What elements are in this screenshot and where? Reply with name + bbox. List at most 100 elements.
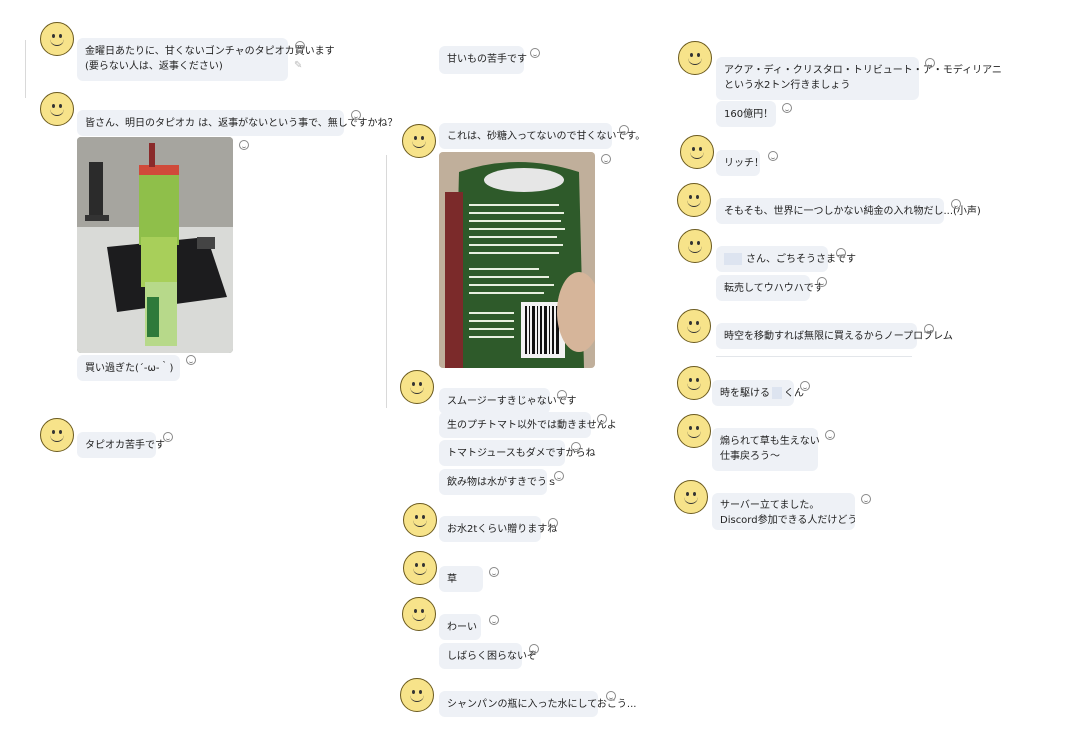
message-bubble: 時を駆ける くん <box>712 380 804 406</box>
add-reaction-icon[interactable] <box>601 154 611 164</box>
message-bubble: シャンパンの瓶に入った水にしておこう... <box>439 691 636 717</box>
message-bubble: わーい <box>439 614 481 640</box>
user-avatar[interactable] <box>40 92 74 126</box>
add-reaction-icon[interactable] <box>557 390 567 400</box>
message-bubble: 転売してウハウハです <box>716 275 824 301</box>
user-avatar[interactable] <box>403 503 437 537</box>
add-reaction-icon[interactable] <box>606 691 616 701</box>
user-avatar[interactable] <box>678 41 712 75</box>
user-avatar[interactable] <box>678 229 712 263</box>
add-reaction-icon[interactable] <box>782 103 792 113</box>
column-divider-middle <box>386 155 387 408</box>
message-text: という水2トン行きましょう <box>724 80 851 91</box>
add-reaction-icon[interactable] <box>768 151 778 161</box>
add-reaction-icon[interactable] <box>597 414 607 424</box>
user-avatar[interactable] <box>40 418 74 452</box>
add-reaction-icon[interactable] <box>295 41 305 51</box>
pencil-icon[interactable]: ✎ <box>294 60 302 71</box>
add-reaction-icon[interactable] <box>817 277 827 287</box>
user-avatar[interactable] <box>400 678 434 712</box>
message-text: 甘いもの苦手です <box>447 54 527 65</box>
message-text: シャンパンの瓶に入った水にしておこう... <box>447 699 637 710</box>
add-reaction-icon[interactable] <box>861 494 871 504</box>
add-reaction-icon[interactable] <box>529 644 539 654</box>
user-avatar[interactable] <box>674 480 708 514</box>
add-reaction-icon[interactable] <box>351 110 361 120</box>
message-text: そもそも、世界に一つしかない純金の入れ物だし...(小声) <box>724 206 981 217</box>
add-reaction-icon[interactable] <box>530 48 540 58</box>
message-text: タピオカ苦手です <box>85 440 165 451</box>
message-text: これは、砂糖入ってないので甘くないです。 <box>447 131 646 142</box>
add-reaction-icon[interactable] <box>924 324 934 334</box>
user-avatar[interactable] <box>40 22 74 56</box>
message-bubble: 飲み物は水がすきでうｓ <box>439 469 557 495</box>
message-bubble: そもそも、世界に一つしかない純金の入れ物だし...(小声) <box>716 198 981 224</box>
user-avatar[interactable] <box>677 309 711 343</box>
redacted-name <box>724 253 742 265</box>
redacted-name <box>772 387 782 399</box>
message-text: 時空を移動すれば無限に買えるからノープロブレム <box>724 331 953 342</box>
add-reaction-icon[interactable] <box>554 471 564 481</box>
message-bubble: さん、ごちそうさまです <box>716 246 856 272</box>
message-text: 生のプチトマト以外では動きませんよ <box>447 420 617 431</box>
add-reaction-icon[interactable] <box>163 432 173 442</box>
message-bubble: 煽られて草も生えない 仕事戻ろう〜 <box>712 428 820 471</box>
add-reaction-icon[interactable] <box>836 248 846 258</box>
add-reaction-icon[interactable] <box>489 615 499 625</box>
message-text: 仕事戻ろう〜 <box>720 451 780 462</box>
add-reaction-icon[interactable] <box>489 567 499 577</box>
add-reaction-icon[interactable] <box>571 442 581 452</box>
message-bubble: 買い過ぎた(´-ω-｀) <box>77 355 180 381</box>
message-bubble: 160億円！ <box>716 101 776 127</box>
message-text: 時を駆ける <box>720 388 770 399</box>
message-bubble: これは、砂糖入ってないので甘くないです。 <box>439 123 645 149</box>
message-text: わーい <box>447 622 477 633</box>
user-avatar[interactable] <box>403 551 437 585</box>
photo-stacked-drink-cups[interactable] <box>77 137 233 353</box>
add-reaction-icon[interactable] <box>825 430 835 440</box>
user-avatar[interactable] <box>402 124 436 158</box>
message-bubble: 草 <box>439 566 483 592</box>
user-avatar[interactable] <box>400 370 434 404</box>
message-bubble: 金曜日あたりに、甘くないゴンチャのタピオカ買います (要らない人は、返事ください… <box>77 38 335 81</box>
message-text: (要らない人は、返事ください) <box>85 61 223 72</box>
message-bubble: トマトジュースもダメですからね <box>439 440 596 466</box>
column-divider-left <box>25 40 26 98</box>
user-avatar[interactable] <box>680 135 714 169</box>
message-bubble: しばらく困らないぞ <box>439 643 537 669</box>
message-text: 皆さん、明日のタピオカ は、返事がないという事で、無しですかね？ <box>85 118 398 129</box>
add-reaction-icon[interactable] <box>925 58 935 68</box>
user-avatar[interactable] <box>677 366 711 400</box>
message-text: 煽られて草も生えない <box>720 436 820 447</box>
message-text: 転売してウハウハです <box>724 283 824 294</box>
message-bubble: 皆さん、明日のタピオカ は、返事がないという事で、無しですかね？ <box>77 110 397 136</box>
message-bubble: スムージーすきじゃないです <box>439 388 577 414</box>
photo-drink-cup-label[interactable] <box>439 152 595 368</box>
add-reaction-icon[interactable] <box>800 381 810 391</box>
message-text: 草 <box>447 574 457 585</box>
add-reaction-icon[interactable] <box>548 518 558 528</box>
message-bubble: アクア・ディ・クリスタロ・トリビュート・ア・モディリアニ という水2トン行きまし… <box>716 57 1002 100</box>
message-bubble: 時空を移動すれば無限に買えるからノープロブレム <box>716 323 953 349</box>
user-avatar[interactable] <box>402 597 436 631</box>
photo-image <box>439 152 595 368</box>
message-text: アクア・ディ・クリスタロ・トリビュート・ア・モディリアニ <box>724 65 1002 76</box>
message-bubble: タピオカ苦手です <box>77 432 165 458</box>
message-bubble: お水2tくらい贈りますね <box>439 516 557 542</box>
message-text: 買い過ぎた(´-ω-｀) <box>85 363 174 374</box>
add-reaction-icon[interactable] <box>239 140 249 150</box>
user-avatar[interactable] <box>677 414 711 448</box>
message-bubble: サーバー立てました。 Discord参加できる人だけどうぞー <box>712 493 855 530</box>
add-reaction-icon[interactable] <box>951 199 961 209</box>
message-separator <box>716 356 912 357</box>
add-reaction-icon[interactable] <box>619 125 629 135</box>
user-avatar[interactable] <box>677 183 711 217</box>
message-bubble: 生のプチトマト以外では動きませんよ <box>439 412 617 438</box>
message-text: サーバー立てました。 <box>720 500 820 511</box>
message-text: リッチ！ <box>724 158 764 169</box>
message-text: 金曜日あたりに、甘くないゴンチャのタピオカ買います <box>85 46 335 57</box>
message-text: 160億円！ <box>724 109 774 120</box>
add-reaction-icon[interactable] <box>186 355 196 365</box>
message-bubble: リッチ！ <box>716 150 764 176</box>
message-bubble: 甘いもの苦手です <box>439 46 527 74</box>
